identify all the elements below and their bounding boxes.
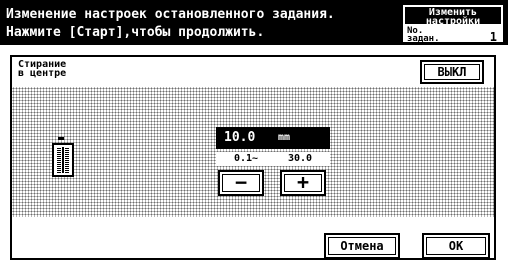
ok-button[interactable]: OK — [422, 233, 490, 259]
header-message-line1: Изменение настроек остановленного задани… — [6, 7, 335, 22]
increase-button[interactable]: + — [280, 170, 326, 196]
range-max: 30.0 — [288, 153, 313, 164]
center-erase-panel: Стирание в центре ВЫКЛ 10.0 mm 0.1~ 30.0… — [10, 55, 496, 260]
header-bar: Изменение настроек остановленного задани… — [0, 0, 508, 45]
job-info-box: Изменить настройки No. задан. 1 — [402, 4, 504, 44]
center-line-icon — [62, 147, 64, 173]
cancel-button[interactable]: Отмена — [324, 233, 400, 259]
change-settings-label-line2: настройки — [425, 16, 481, 27]
unit-label: mm — [278, 132, 291, 143]
decrease-button[interactable]: − — [218, 170, 264, 196]
stripe-right-icon — [65, 147, 69, 173]
center-marker-icon — [58, 137, 64, 140]
center-erase-icon — [52, 143, 74, 177]
panel-title-line2: в центре — [18, 68, 67, 79]
job-number-value: 1 — [489, 30, 497, 44]
job-number-label: No. задан. — [407, 27, 440, 44]
header-message: Изменение настроек остановленного задани… — [6, 6, 335, 42]
change-settings-button[interactable]: Изменить настройки — [403, 5, 503, 27]
off-button[interactable]: ВЫКЛ — [420, 60, 484, 84]
value-range: 0.1~ 30.0 — [216, 152, 330, 166]
stripe-left-icon — [57, 147, 61, 173]
erase-width-value: 10.0 — [224, 130, 256, 145]
job-number-label-line2: задан. — [407, 34, 440, 44]
header-message-line2: Нажмите [Старт],чтобы продолжить. — [6, 25, 265, 40]
range-min: 0.1~ — [234, 153, 259, 164]
panel-title: Стирание в центре — [18, 60, 67, 79]
value-display: 10.0 mm — [216, 127, 330, 149]
